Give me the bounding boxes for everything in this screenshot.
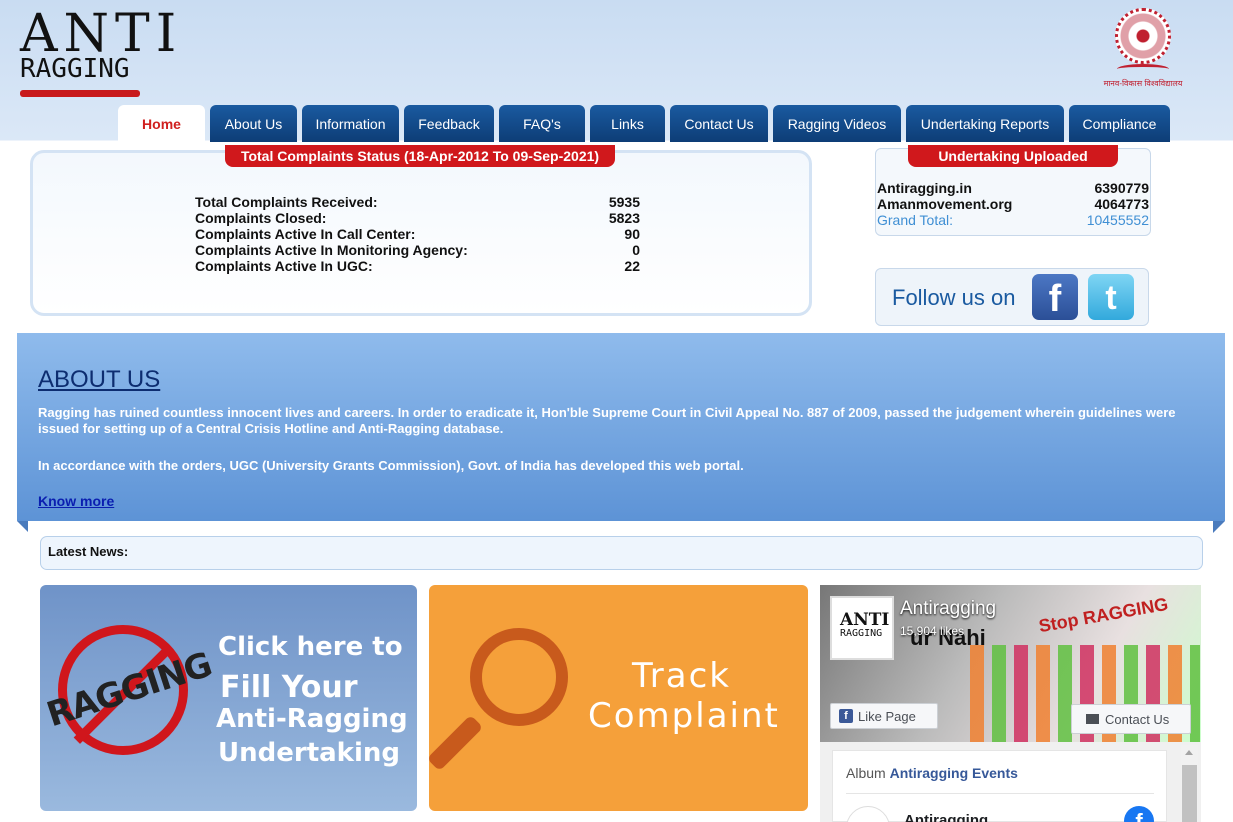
tab-contact-us[interactable]: Contact Us <box>670 105 768 142</box>
facebook-likes-count: 15,904 likes <box>900 624 965 638</box>
seal-wheel-icon <box>1115 8 1171 64</box>
about-us-title: ABOUT US <box>38 366 161 393</box>
tab-information[interactable]: Information <box>302 105 399 142</box>
stat-value: 5935 <box>608 194 640 210</box>
follow-us-label: Follow us on <box>892 285 1016 310</box>
latest-news-label: Latest News: <box>48 544 129 559</box>
post-author-name[interactable]: Antiragging <box>904 812 988 822</box>
stat-label: Complaints Active In Call Center: <box>195 226 416 242</box>
stat-value: 0 <box>632 242 640 258</box>
twitter-icon[interactable]: t <box>1088 274 1134 320</box>
magnifier-icon <box>470 628 568 726</box>
know-more-link[interactable]: Know more <box>38 493 114 509</box>
stat-row: Complaints Active In UGC: 22 <box>195 258 640 274</box>
undertaking-stats: Antiragging.in 6390779 Amanmovement.org 40… <box>877 180 1149 228</box>
stat-row: Total Complaints Received: 5935 <box>195 194 640 210</box>
avatar-anti-text: ANTI <box>840 610 890 630</box>
undertaking-value: 6390779 <box>1094 180 1149 196</box>
like-page-button[interactable]: f Like Page <box>830 703 938 729</box>
tab-about-us[interactable]: About Us <box>210 105 297 142</box>
facebook-page-avatar[interactable]: ANTI RAGGING <box>830 596 894 660</box>
cover-stop-text: Stop RAGGING <box>1037 593 1170 637</box>
tab-home[interactable]: Home <box>118 105 205 142</box>
about-paragraph: In accordance with the orders, UGC (Univ… <box>38 458 744 473</box>
track-text-line: Complaint <box>588 696 780 736</box>
undertaking-label: Grand Total: <box>877 212 954 228</box>
page: ANTI RAGGING मानव-विकास विश्वविद्यालय Ho… <box>0 0 1233 822</box>
divider <box>846 793 1154 794</box>
track-text-line: Track <box>632 656 731 696</box>
scrollbar-thumb[interactable] <box>1182 765 1197 822</box>
tab-compliance[interactable]: Compliance <box>1069 105 1170 142</box>
latest-news-bar <box>40 536 1203 570</box>
complaints-status-title: Total Complaints Status (18-Apr-2012 To … <box>225 145 615 167</box>
logo-anti-text: ANTI <box>20 4 183 64</box>
tab-faqs[interactable]: FAQ's <box>499 105 585 142</box>
stat-value: 5823 <box>608 210 640 226</box>
facebook-page-name[interactable]: Antiragging <box>900 598 996 620</box>
undertaking-label: Amanmovement.org <box>877 196 1013 212</box>
tab-undertaking-reports[interactable]: Undertaking Reports <box>906 105 1064 142</box>
tile-text-line: Undertaking <box>218 738 400 768</box>
tab-feedback[interactable]: Feedback <box>404 105 494 142</box>
seal-book-icon <box>1117 64 1169 74</box>
undertaking-row: Amanmovement.org 4064773 <box>877 196 1149 212</box>
stat-label: Complaints Closed: <box>195 210 327 226</box>
album-title: Album Antiragging Events <box>846 765 1018 781</box>
facebook-icon[interactable]: f <box>1032 274 1078 320</box>
undertaking-total-row: Grand Total: 10455552 <box>877 212 1149 228</box>
undertaking-value: 10455552 <box>1086 212 1149 228</box>
tile-text-line: Click here to <box>218 632 403 662</box>
ugc-seal-logo: मानव-विकास विश्वविद्यालय <box>1103 8 1183 98</box>
stat-value: 22 <box>624 258 640 274</box>
like-page-label: Like Page <box>858 708 916 724</box>
undertaking-label: Antiragging.in <box>877 180 972 196</box>
tile-text-line: Anti-Ragging <box>216 704 408 734</box>
main-nav: Home About Us Information Feedback FAQ's… <box>118 105 1170 142</box>
logo-ragging-text: RAGGING <box>20 54 130 84</box>
stat-label: Total Complaints Received: <box>195 194 378 210</box>
scroll-up-arrow-icon[interactable] <box>1185 750 1193 755</box>
about-paragraph: Ragging has ruined countless innocent li… <box>38 405 1176 436</box>
tab-ragging-videos[interactable]: Ragging Videos <box>773 105 901 142</box>
undertaking-value: 4064773 <box>1094 196 1149 212</box>
seal-caption: मानव-विकास विश्वविद्यालय <box>1103 79 1183 88</box>
stat-value: 90 <box>624 226 640 242</box>
stat-row: Complaints Active In Call Center: 90 <box>195 226 640 242</box>
album-prefix: Album <box>846 765 886 781</box>
logo-underline <box>20 90 140 97</box>
stat-label: Complaints Active In UGC: <box>195 258 373 274</box>
stat-row: Complaints Active In Monitoring Agency: 0 <box>195 242 640 258</box>
stat-label: Complaints Active In Monitoring Agency: <box>195 242 468 258</box>
facebook-square-icon: f <box>839 709 853 723</box>
undertaking-title: Undertaking Uploaded <box>908 145 1118 167</box>
complaints-stats: Total Complaints Received: 5935 Complaint… <box>195 194 640 274</box>
anti-ragging-logo[interactable]: ANTI RAGGING <box>20 4 190 100</box>
ribbon-corner-right <box>1213 521 1225 533</box>
album-name-link[interactable]: Antiragging Events <box>890 765 1018 781</box>
tab-links[interactable]: Links <box>590 105 665 142</box>
stat-row: Complaints Closed: 5823 <box>195 210 640 226</box>
contact-us-label: Contact Us <box>1105 711 1170 727</box>
avatar-ragging-text: RAGGING <box>840 628 883 639</box>
tile-text-line: Fill Your <box>220 670 358 705</box>
contact-us-button[interactable]: Contact Us <box>1071 704 1191 734</box>
envelope-icon <box>1086 714 1099 724</box>
undertaking-row: Antiragging.in 6390779 <box>877 180 1149 196</box>
